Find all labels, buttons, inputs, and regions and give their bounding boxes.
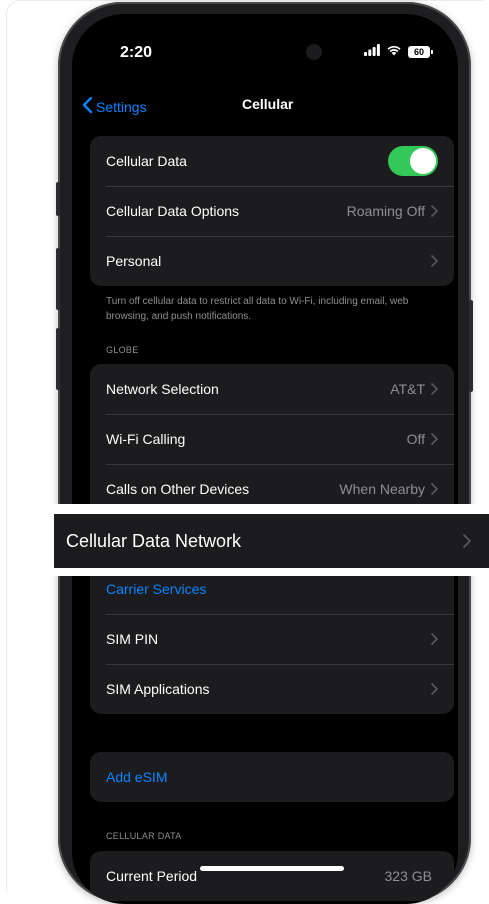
sim-applications-row[interactable]: SIM Applications xyxy=(90,664,454,714)
status-time: 2:20 xyxy=(120,44,153,61)
section-header-cellular-data: CELLULAR DATA xyxy=(106,831,182,841)
power-button xyxy=(469,300,473,392)
esim-group: Add eSIM xyxy=(90,752,454,802)
cellular-data-options-value: Roaming Off xyxy=(346,203,425,219)
chevron-right-icon xyxy=(431,483,438,495)
cellular-data-network-row[interactable]: Cellular Data Network xyxy=(54,514,489,568)
calls-on-other-devices-value: When Nearby xyxy=(339,481,425,497)
add-esim-row[interactable]: Add eSIM xyxy=(90,752,454,802)
navigation-bar: Settings Cellular xyxy=(72,88,458,128)
chevron-right-icon xyxy=(431,683,438,695)
section-header-globe: GLOBE xyxy=(106,345,139,355)
add-esim-link: Add eSIM xyxy=(106,769,168,785)
highlight-callout: Cellular Data Network xyxy=(47,504,489,576)
current-period-value: 323 GB xyxy=(384,868,432,884)
cellular-usage-group: Current Period 323 GB xyxy=(90,851,454,901)
personal-label: Personal xyxy=(106,253,162,269)
battery-icon: 60 xyxy=(408,46,433,58)
page-title: Cellular xyxy=(242,96,294,112)
calls-on-other-devices-label: Calls on Other Devices xyxy=(106,481,250,497)
sim-pin-row[interactable]: SIM PIN xyxy=(90,614,454,664)
network-selection-value: AT&T xyxy=(390,381,425,397)
wifi-calling-value: Off xyxy=(406,431,425,447)
chevron-right-icon xyxy=(431,205,438,217)
cellular-data-group: Cellular Data Cellular Data Options Roam… xyxy=(90,136,454,286)
phone-screen: 2:20 60 Settings Cellular Cellular Data … xyxy=(72,14,458,904)
chevron-left-icon xyxy=(82,96,94,117)
wifi-calling-row[interactable]: Wi-Fi Calling Off xyxy=(90,414,454,464)
home-indicator[interactable] xyxy=(200,866,344,871)
sim-applications-label: SIM Applications xyxy=(106,681,210,697)
network-selection-row[interactable]: Network Selection AT&T xyxy=(90,364,454,414)
chevron-right-icon xyxy=(463,534,471,548)
wifi-calling-label: Wi-Fi Calling xyxy=(106,431,186,447)
current-period-row: Current Period 323 GB xyxy=(90,851,454,901)
back-button-label: Settings xyxy=(96,98,147,115)
volume-down-button xyxy=(56,328,60,390)
chevron-right-icon xyxy=(431,255,438,267)
back-button[interactable]: Settings xyxy=(82,96,147,117)
toggle-knob xyxy=(410,148,436,174)
volume-up-button xyxy=(56,248,60,310)
cellular-data-row: Cellular Data xyxy=(90,136,454,186)
carrier-services-link: Carrier Services xyxy=(106,581,207,597)
personal-row[interactable]: Personal xyxy=(90,236,454,286)
chevron-right-icon xyxy=(431,633,438,645)
status-icons: 60 xyxy=(364,43,433,61)
signal-icon xyxy=(364,43,380,61)
cellular-data-label: Cellular Data xyxy=(106,153,187,169)
status-bar: 2:20 60 xyxy=(72,14,458,74)
cellular-data-network-label: Cellular Data Network xyxy=(66,530,242,551)
sim-pin-label: SIM PIN xyxy=(106,631,159,647)
action-button xyxy=(56,182,60,216)
cellular-data-options-row[interactable]: Cellular Data Options Roaming Off xyxy=(90,186,454,236)
network-selection-label: Network Selection xyxy=(106,381,219,397)
cellular-data-toggle[interactable] xyxy=(388,146,438,176)
cellular-data-options-label: Cellular Data Options xyxy=(106,203,240,219)
cellular-data-footer-note: Turn off cellular data to restrict all d… xyxy=(106,296,409,322)
dynamic-island-camera xyxy=(306,44,322,60)
chevron-right-icon xyxy=(431,433,438,445)
wifi-icon xyxy=(386,43,402,61)
chevron-right-icon xyxy=(431,383,438,395)
